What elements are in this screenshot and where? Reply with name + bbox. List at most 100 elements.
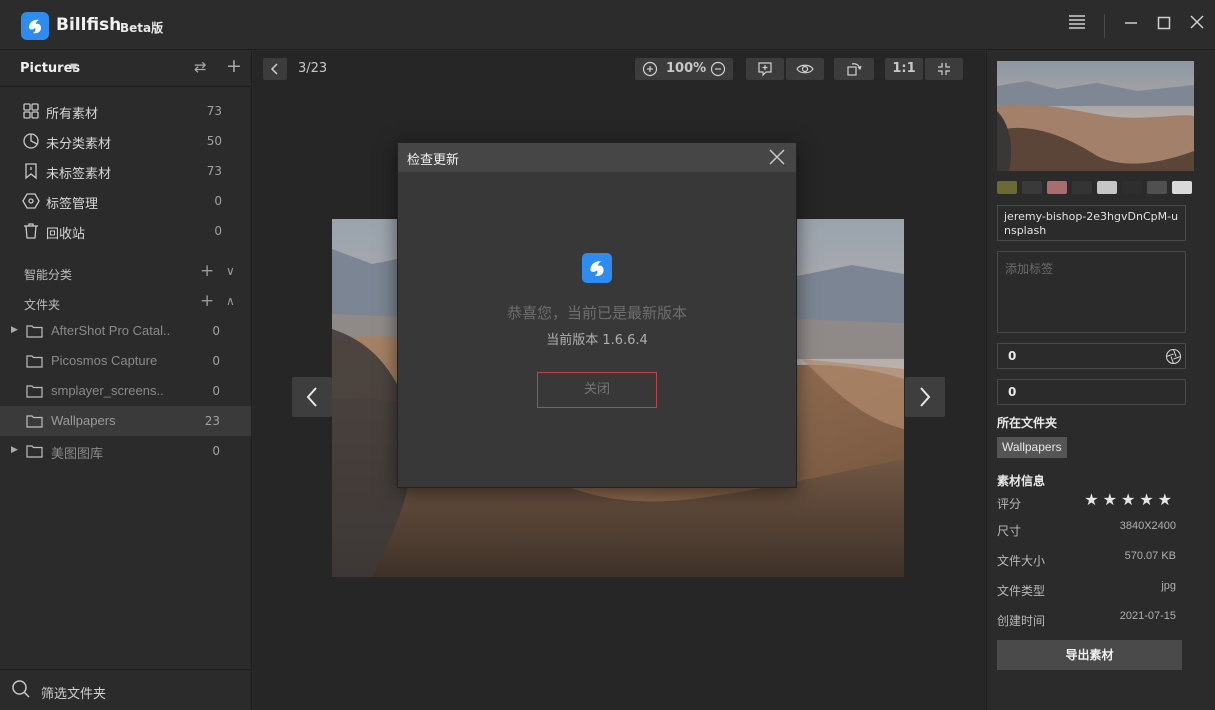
folder-section-label: 所在文件夹 <box>997 416 1058 430</box>
collapse-icon <box>938 63 950 75</box>
filter-folders-bar[interactable]: 筛选文件夹 <box>0 669 252 710</box>
folder-chip[interactable]: Wallpapers <box>997 437 1067 458</box>
nav-item-uncategorized[interactable]: 未分类素材 50 <box>0 126 252 156</box>
close-dialog-button[interactable]: 关闭 <box>537 372 657 408</box>
color-swatch[interactable] <box>997 181 1017 194</box>
info-key: 创建时间 <box>997 614 1046 628</box>
billfish-logo-icon <box>21 12 49 40</box>
zoom-out-icon[interactable] <box>710 61 726 77</box>
info-value: 570.07 KB <box>1124 550 1176 562</box>
color-swatch[interactable] <box>1172 181 1192 194</box>
billfish-logo-icon <box>582 253 612 283</box>
field-value: 0 <box>1008 385 1017 399</box>
menu-icon[interactable] <box>1066 14 1088 36</box>
nav-item-untagged[interactable]: 未标签素材 73 <box>0 156 252 186</box>
previous-image-button[interactable] <box>292 377 332 417</box>
left-sidebar: Pictures ▼ ⇄ + 所有素材 73 未分类素材 50 未标签素材 73… <box>0 51 252 710</box>
folder-item-selected[interactable]: Wallpapers 23 <box>0 406 251 436</box>
update-message: 恭喜您，当前已是最新版本 <box>506 304 687 322</box>
zoom-in-icon[interactable] <box>642 61 658 77</box>
dialog-close-icon[interactable] <box>768 144 786 171</box>
nav-item-tag-management[interactable]: 标签管理 0 <box>0 186 252 216</box>
link-field[interactable]: 0 <box>997 379 1186 405</box>
search-icon <box>12 680 30 698</box>
nav-item-count: 73 <box>206 104 222 118</box>
back-button[interactable] <box>263 58 287 80</box>
info-row-created: 创建时间 2021-07-15 <box>997 610 1176 630</box>
folder-count: 0 <box>212 444 220 458</box>
beta-badge: Beta版 <box>120 21 164 35</box>
library-dropdown-icon[interactable]: ▼ <box>70 62 78 73</box>
close-window-icon[interactable] <box>1186 14 1208 36</box>
smart-category-header[interactable]: 智能分类 + ∨ <box>0 261 252 285</box>
zoom-control: 100% <box>635 58 733 80</box>
chevron-up-icon[interactable]: ∧ <box>226 294 235 308</box>
color-swatch[interactable] <box>1097 181 1117 194</box>
pie-icon <box>23 133 39 149</box>
color-swatch[interactable] <box>1022 181 1042 194</box>
billfish-window: Billfish Beta版 Pictures ▼ ⇄ + 所有素材 73 未分… <box>0 0 1215 710</box>
add-library-icon[interactable]: + <box>226 55 242 77</box>
app-name: Billfish <box>56 15 122 35</box>
color-swatch[interactable] <box>1072 181 1092 194</box>
star-rating[interactable]: ★★★★★ <box>1084 490 1176 509</box>
nav-item-label: 未标签素材 <box>46 167 112 182</box>
folder-icon <box>26 385 43 398</box>
maximize-icon[interactable] <box>1153 14 1175 36</box>
nav-item-trash[interactable]: 回收站 0 <box>0 216 252 246</box>
color-swatch[interactable] <box>1047 181 1067 194</box>
check-update-dialog: 检查更新 恭喜您，当前已是最新版本 当前版本 1.6.6.4 关闭 <box>397 142 797 488</box>
section-title: 文件夹 <box>24 298 61 312</box>
color-swatch[interactable] <box>1147 181 1167 194</box>
add-smart-category-icon[interactable]: + <box>200 261 214 281</box>
annotate-button[interactable] <box>746 58 784 80</box>
folder-item[interactable]: Picosmos Capture 0 <box>0 346 251 376</box>
titlebar-separator <box>1104 14 1105 38</box>
rating-label: 评分 <box>997 497 1022 511</box>
color-swatch[interactable] <box>1122 181 1142 194</box>
eye-icon <box>796 64 814 74</box>
rotate-button[interactable] <box>834 58 874 80</box>
info-key: 文件大小 <box>997 554 1046 568</box>
info-value: jpg <box>1161 580 1176 592</box>
export-button[interactable]: 导出素材 <box>997 640 1182 670</box>
expand-arrow-icon[interactable]: ▶ <box>11 445 18 455</box>
info-row-filesize: 文件大小 570.07 KB <box>997 550 1176 570</box>
folder-label: Picosmos Capture <box>51 353 158 368</box>
add-tag-field[interactable]: 添加标签 <box>997 251 1186 333</box>
actual-size-button[interactable]: 1:1 <box>885 58 923 80</box>
filename-field[interactable]: jeremy-bishop-2e3hgvDnCpM-unsplash <box>997 205 1186 241</box>
chevron-down-icon[interactable]: ∨ <box>226 264 235 278</box>
fit-screen-button[interactable] <box>925 58 963 80</box>
nav-item-label: 回收站 <box>46 227 86 242</box>
title-bar: Billfish Beta版 <box>0 0 1215 50</box>
nav-item-count: 0 <box>214 194 222 208</box>
aperture-icon[interactable] <box>1165 348 1182 365</box>
add-folder-icon[interactable]: + <box>200 291 214 311</box>
folder-item[interactable]: smplayer_screens.. 0 <box>0 376 251 406</box>
next-image-button[interactable] <box>905 377 945 417</box>
folder-count: 0 <box>212 384 220 398</box>
folder-icon <box>26 355 43 368</box>
folder-label: AfterShot Pro Catal.. <box>51 323 171 338</box>
info-key: 尺寸 <box>997 524 1022 538</box>
minimize-icon[interactable] <box>1120 14 1142 36</box>
nav-item-count: 0 <box>214 224 222 238</box>
info-value: 2021-07-15 <box>1119 610 1176 622</box>
trash-icon <box>24 223 38 239</box>
rating-row: 评分 ★★★★★ <box>997 490 1176 513</box>
folder-item[interactable]: ▶ 美图图库 0 <box>0 436 251 466</box>
grid-icon <box>23 103 39 119</box>
dialog-title: 检查更新 <box>407 153 460 168</box>
untagged-icon <box>25 163 37 180</box>
note-field[interactable]: 0 <box>997 343 1186 369</box>
library-selector-row: Pictures ▼ ⇄ + <box>0 51 252 87</box>
info-key: 文件类型 <box>997 584 1046 598</box>
folders-header[interactable]: 文件夹 + ∧ <box>0 291 252 315</box>
folder-item[interactable]: ▶ AfterShot Pro Catal.. 0 <box>0 316 251 346</box>
nav-item-all[interactable]: 所有素材 73 <box>0 96 252 126</box>
preview-button[interactable] <box>786 58 824 80</box>
tag-icon <box>22 193 40 209</box>
expand-arrow-icon[interactable]: ▶ <box>11 325 18 335</box>
switch-library-icon[interactable]: ⇄ <box>194 58 207 76</box>
